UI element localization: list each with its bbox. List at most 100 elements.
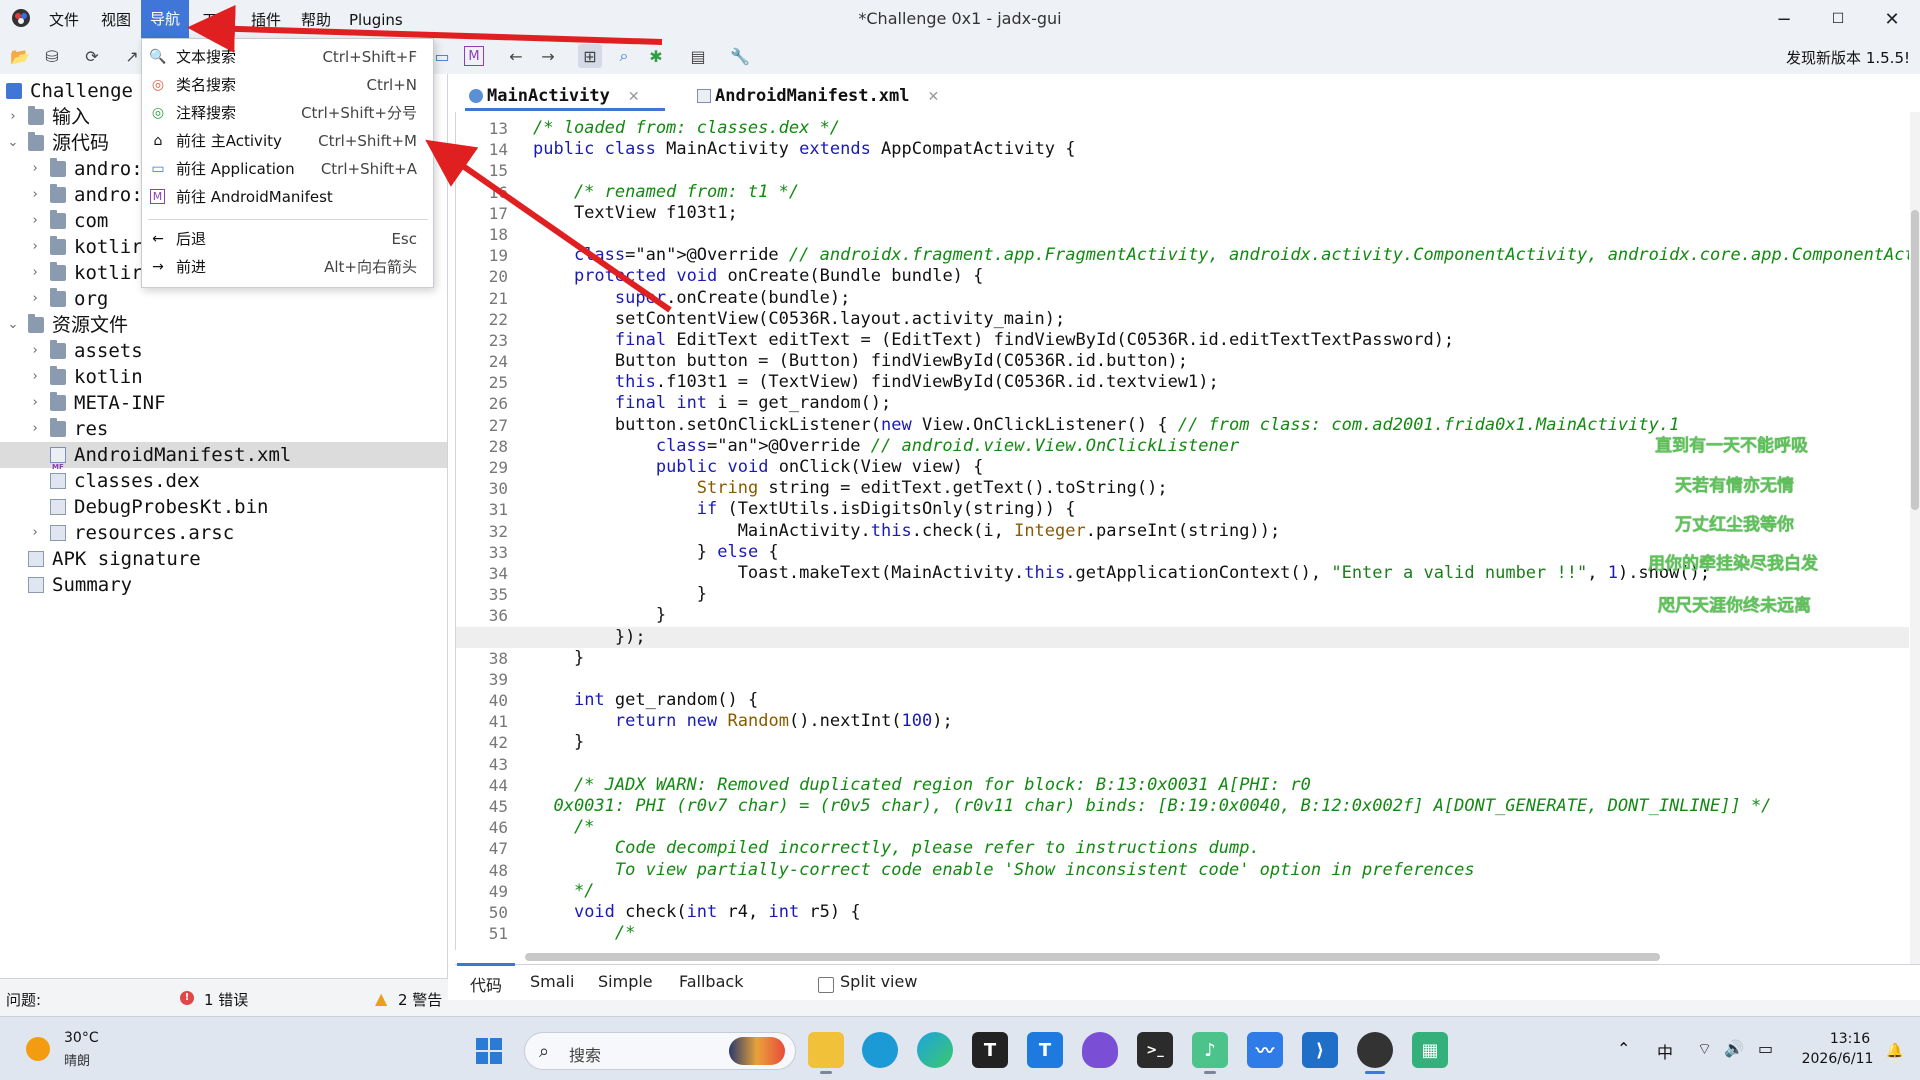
code-line[interactable]: } xyxy=(533,648,1909,669)
menu-back[interactable]: ← 后退 Esc xyxy=(142,225,433,253)
code-line[interactable]: } xyxy=(533,732,1909,753)
code-line[interactable]: int get_random() { xyxy=(533,690,1909,711)
chevron-right-icon[interactable]: › xyxy=(28,364,42,390)
code-line[interactable] xyxy=(533,754,1909,775)
code-line[interactable]: this.f103t1 = (TextView) findViewById(C0… xyxy=(533,372,1909,393)
code-line[interactable]: protected void onCreate(Bundle bundle) { xyxy=(533,266,1909,287)
code-line[interactable]: /* renamed from: t1 */ xyxy=(533,182,1909,203)
code-line[interactable] xyxy=(533,224,1909,245)
split-view-label[interactable]: Split view xyxy=(840,972,917,991)
vscode-icon[interactable]: ⟩ xyxy=(1302,1032,1338,1068)
chevron-right-icon[interactable]: › xyxy=(28,416,42,442)
tree-res-item[interactable]: classes.dex xyxy=(0,468,447,494)
jadx-app-icon[interactable] xyxy=(1357,1032,1393,1074)
sync-tree-icon[interactable]: ⊞ xyxy=(578,44,602,68)
tab-smali[interactable]: Smali xyxy=(530,972,574,991)
code-line[interactable]: */ xyxy=(533,881,1909,902)
clock-time[interactable]: 13:16 xyxy=(1815,1031,1885,1047)
music-app-icon[interactable]: ♪ xyxy=(1192,1032,1228,1074)
weather-temperature[interactable]: 30°C xyxy=(64,1030,99,1046)
code-line[interactable]: /* loaded from: classes.dex */ xyxy=(533,118,1909,139)
menu-goto-main-activity[interactable]: ⌂ 前往 主Activity Ctrl+Shift+M xyxy=(142,127,433,155)
volume-icon[interactable]: 🔊 xyxy=(1724,1039,1744,1058)
tab-android-manifest[interactable]: AndroidManifest.xml ✕ xyxy=(697,82,939,110)
warning-count[interactable]: 2 警告 xyxy=(398,989,442,1010)
menu-comment-search[interactable]: ◎ 注释搜索 Ctrl+Shift+分号 xyxy=(142,99,433,127)
close-icon[interactable]: ✕ xyxy=(628,89,640,105)
browser-app-icon[interactable] xyxy=(862,1032,898,1068)
chevron-right-icon[interactable]: › xyxy=(28,234,42,260)
chevron-down-icon[interactable]: ⌄ xyxy=(6,312,20,338)
chevron-right-icon[interactable]: › xyxy=(6,104,20,130)
sun-weather-icon[interactable] xyxy=(26,1037,50,1061)
code-line[interactable]: final EditText editText = (EditText) fin… xyxy=(533,330,1909,351)
menu-plugins[interactable]: Plugins xyxy=(343,8,409,32)
clock-date[interactable]: 2026/6/11 xyxy=(1790,1051,1885,1067)
code-line[interactable]: Code decompiled incorrectly, please refe… xyxy=(533,838,1909,859)
chevron-right-icon[interactable]: › xyxy=(28,286,42,312)
bookmark-search-icon[interactable]: ⌕ xyxy=(612,44,636,68)
chevron-right-icon[interactable]: › xyxy=(28,338,42,364)
split-view-checkbox[interactable] xyxy=(818,977,834,993)
text-app-icon[interactable]: T xyxy=(1027,1032,1063,1068)
chevron-up-icon[interactable]: ⌃ xyxy=(1617,1039,1630,1058)
tree-android-manifest[interactable]: AndroidManifest.xml xyxy=(0,442,447,480)
forward-arrow-icon[interactable]: → xyxy=(536,44,560,68)
close-icon[interactable]: ✕ xyxy=(927,89,939,105)
tree-res-item[interactable]: › META-INF xyxy=(0,390,447,416)
code-line[interactable] xyxy=(533,669,1909,690)
menu-class-search[interactable]: ◎ 类名搜索 Ctrl+N xyxy=(142,71,433,99)
code-line[interactable]: 0x0031: PHI (r0v7 char) = (r0v5 char), (… xyxy=(533,796,1909,817)
tree-resources[interactable]: ⌄ 资源文件 xyxy=(0,312,447,338)
chart-app-icon[interactable]: 〰 xyxy=(1247,1032,1283,1068)
back-arrow-icon[interactable]: ← xyxy=(504,44,528,68)
tree-summary[interactable]: Summary xyxy=(0,572,447,598)
chevron-right-icon[interactable]: › xyxy=(28,520,42,546)
open-folder-icon[interactable]: 📂 xyxy=(8,44,32,68)
save-all-icon[interactable]: ⛁ xyxy=(40,44,64,68)
chevron-right-icon[interactable]: › xyxy=(28,260,42,286)
maximize-button[interactable]: ☐ xyxy=(1810,0,1866,38)
windows-start-icon[interactable] xyxy=(475,1037,503,1065)
horizontal-scrollbar[interactable] xyxy=(525,953,1660,961)
menu-view[interactable]: 视图 xyxy=(95,8,137,32)
code-line[interactable]: super.onCreate(bundle); xyxy=(533,288,1909,309)
menu-goto-application[interactable]: ▭ 前往 Application Ctrl+Shift+A xyxy=(142,155,433,183)
tab-fallback[interactable]: Fallback xyxy=(679,972,743,991)
menu-plugins-cn[interactable]: 插件 xyxy=(245,8,287,32)
menu-file[interactable]: 文件 xyxy=(43,8,85,32)
reload-icon[interactable]: ⟳ xyxy=(80,44,104,68)
code-line[interactable]: public class MainActivity extends AppCom… xyxy=(533,139,1909,160)
chevron-down-icon[interactable]: ⌄ xyxy=(6,130,20,156)
battery-icon[interactable]: ▭ xyxy=(1758,1039,1773,1058)
tree-res-item[interactable]: › resources.arsc xyxy=(0,520,447,546)
terminal-icon[interactable]: >_ xyxy=(1137,1032,1173,1068)
code-line[interactable]: TextView f103t1; xyxy=(533,203,1909,224)
edge-icon[interactable] xyxy=(917,1032,953,1068)
code-line[interactable]: final int i = get_random(); xyxy=(533,393,1909,414)
notification-bell-icon[interactable]: 🔔 xyxy=(1886,1043,1903,1059)
chevron-right-icon[interactable]: › xyxy=(28,208,42,234)
code-line[interactable]: /* JADX WARN: Removed duplicated region … xyxy=(533,775,1909,796)
manifest-icon[interactable]: M xyxy=(464,46,484,66)
preferences-wrench-icon[interactable]: 🔧 xyxy=(728,44,752,68)
ime-indicator[interactable]: 中 xyxy=(1657,1039,1673,1063)
code-line[interactable]: class="an">@Override // androidx.fragmen… xyxy=(533,245,1909,266)
error-count[interactable]: 1 错误 xyxy=(204,989,248,1010)
code-line[interactable]: setContentView(C0536R.layout.activity_ma… xyxy=(533,309,1909,330)
chevron-right-icon[interactable]: › xyxy=(28,182,42,208)
tree-apk-signature[interactable]: APK signature xyxy=(0,546,447,572)
menu-tools[interactable]: 工具 xyxy=(196,8,238,32)
tree-res-item[interactable]: › kotlin xyxy=(0,364,447,390)
code-line[interactable]: Button button = (Button) findViewById(C0… xyxy=(533,351,1909,372)
menu-forward[interactable]: → 前进 Alt+向右箭头 xyxy=(142,253,433,281)
log-viewer-icon[interactable]: ▤ xyxy=(686,44,710,68)
weather-description[interactable]: 晴朗 xyxy=(64,1050,90,1069)
menu-navigation[interactable]: 导航 xyxy=(141,0,189,38)
grid-app-icon[interactable]: ▦ xyxy=(1412,1032,1448,1068)
tree-res-item[interactable]: DebugProbesKt.bin xyxy=(0,494,447,520)
file-explorer-icon[interactable] xyxy=(808,1032,844,1074)
menu-goto-android-manifest[interactable]: M 前往 AndroidManifest xyxy=(142,183,433,211)
menu-help[interactable]: 帮助 xyxy=(295,8,337,32)
chevron-right-icon[interactable]: › xyxy=(28,390,42,416)
